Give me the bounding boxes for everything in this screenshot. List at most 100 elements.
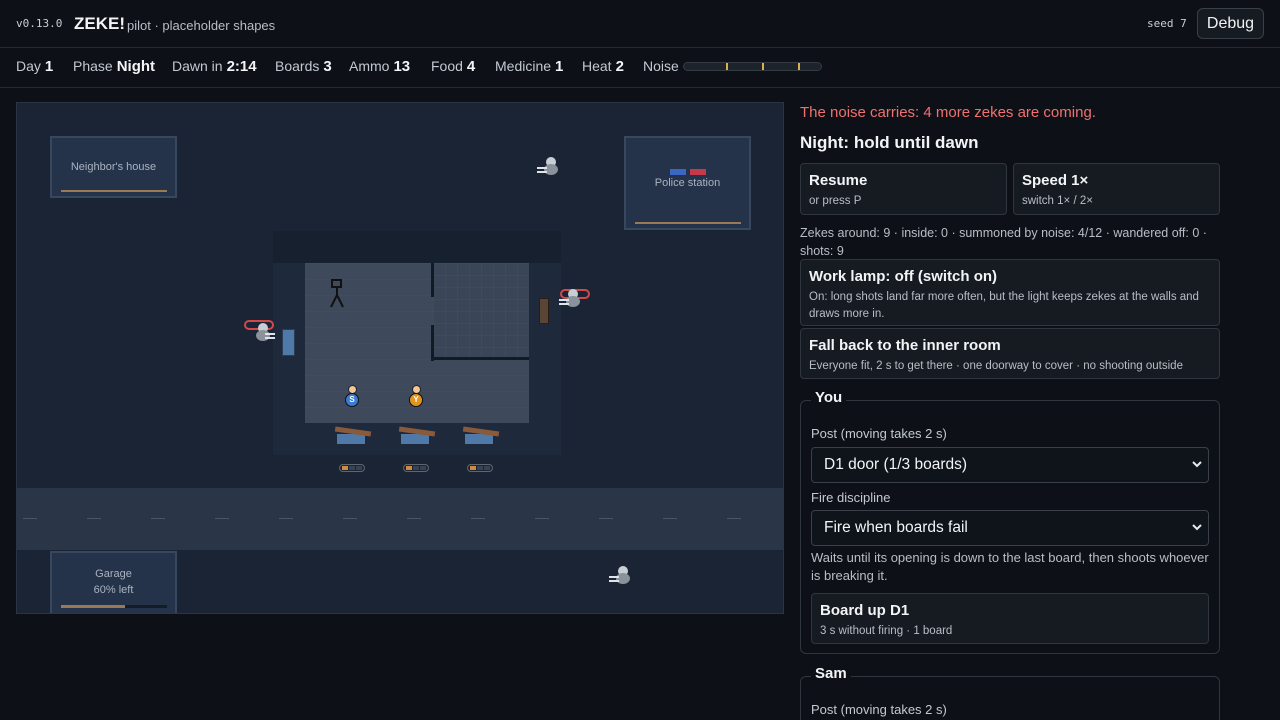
window-1[interactable] [337,434,365,444]
fall-back-button[interactable]: Fall back to the inner room Everyone fit… [800,328,1220,379]
road-marking [727,518,741,519]
debug-button[interactable]: Debug [1197,8,1264,39]
board-up-button[interactable]: Board up D1 3 s without firing · 1 board [811,593,1209,644]
stat-phase-value: Night [116,58,156,75]
neighbor-house[interactable]: Neighbor's house [50,136,177,198]
resume-subtitle: or press P [809,195,862,207]
window-2[interactable] [401,434,429,444]
stat-noise-label: Noise [643,58,679,74]
stat-boards-label: Boards [275,58,320,74]
neighbor-house-bar [61,190,167,192]
stat-food: Food 4 [431,58,475,75]
you-post-label: Post (moving takes 2 s) [811,426,947,441]
board-pip [349,466,355,470]
board-pip [420,466,426,470]
stat-dawn-value: 2:14 [226,58,257,75]
survivor-you[interactable]: Y [408,385,424,415]
stat-heat-value: 2 [615,58,624,75]
road-marking [343,518,357,519]
inner-wall [431,263,434,297]
you-post-select[interactable]: D1 door (1/3 boards) [811,447,1209,483]
you-fire-value: Fire when boards fail [824,519,968,536]
zeke-arm [265,333,275,335]
police-station[interactable]: Police station [624,136,751,230]
noise-alert: The noise carries: 4 more zekes are comi… [800,104,1096,121]
work-lamp-button[interactable]: Work lamp: off (switch on) On: long shot… [800,259,1220,326]
board-indicator-2 [403,464,429,472]
stat-dawn-label: Dawn in [172,58,223,74]
phase-heading: Night: hold until dawn [800,133,979,152]
zeke-icon[interactable] [609,566,633,586]
you-fire-label: Fire discipline [811,490,891,505]
board-pip [477,466,483,470]
inner-room[interactable] [433,263,529,359]
board-pip [342,466,348,470]
zeke-icon[interactable] [559,289,583,309]
road-marking [535,518,549,519]
stat-ammo: Ammo 13 [349,58,410,75]
zeke-body [256,330,270,341]
board-indicator-1 [339,464,365,472]
stat-phase-label: Phase [73,58,113,74]
work-lamp-description: On: long shots land far more often, but … [809,291,1199,320]
garage[interactable]: Garage 60% left [50,551,177,613]
window-west[interactable] [282,329,295,356]
zeke-arm [609,580,619,582]
road-marking [599,518,613,519]
zeke-arm [559,303,569,305]
stat-ammo-value: 13 [393,58,411,75]
stat-heat: Heat 2 [582,58,624,75]
seed-label: seed 7 [1147,17,1187,30]
stat-phase: Phase Night [73,58,155,75]
game-map[interactable]: Neighbor's house Police station S Y Gara… [16,102,784,614]
survivor-badge: Y [409,393,423,407]
stat-food-value: 4 [466,58,476,75]
door-east[interactable] [539,298,549,324]
work-lamp-title: Work lamp: off (switch on) [809,268,998,285]
back-room[interactable] [433,359,529,423]
you-fire-description: Waits until its opening is down to the l… [811,550,1209,583]
garage-status: 60% left [93,584,134,596]
chevron-down-icon [1192,461,1202,468]
road-marking [407,518,421,519]
zeke-body [616,573,630,584]
top-bar: v0.13.0 ZEKE! pilot · placeholder shapes… [0,0,1280,48]
noise-tick [798,63,800,70]
window-3[interactable] [465,434,493,444]
police-station-bar [635,222,741,224]
road [17,488,783,550]
board-pip [413,466,419,470]
board-pip [406,466,412,470]
speed-subtitle: switch 1× / 2× [1022,195,1093,207]
zeke-arm [537,167,547,169]
board-up-title: Board up D1 [820,602,910,619]
you-fire-select[interactable]: Fire when boards fail [811,510,1209,546]
inner-wall [431,357,529,360]
version-label: v0.13.0 [16,17,63,30]
zeke-icon[interactable] [537,157,561,177]
road-marking [151,518,165,519]
resume-button[interactable]: Resume or press P [800,163,1007,215]
stat-medicine-value: 1 [555,58,564,75]
survivor-badge: S [345,393,359,407]
road-marking [279,518,293,519]
stat-day-label: Day [16,58,41,74]
lamp-icon[interactable] [329,279,345,309]
board-up-subtitle: 3 s without firing · 1 board [820,625,953,637]
zeke-body [566,296,580,307]
neighbor-house-label: Neighbor's house [70,161,157,173]
survivor-sam[interactable]: S [344,385,360,415]
police-station-label: Police station [654,177,721,189]
you-panel-title: You [811,389,847,406]
stat-food-label: Food [431,58,463,74]
zeke-body [544,164,558,175]
stat-dawn: Dawn in 2:14 [172,58,257,75]
fall-back-title: Fall back to the inner room [809,337,1001,354]
app-title: ZEKE! [74,14,125,33]
you-panel: You Post (moving takes 2 s) D1 door (1/3… [800,389,1220,654]
zeke-icon[interactable] [253,323,275,343]
sam-post-label: Post (moving takes 2 s) [811,702,947,717]
inner-wall [431,325,434,361]
noise-meter [683,62,822,71]
speed-button[interactable]: Speed 1× switch 1× / 2× [1013,163,1220,215]
